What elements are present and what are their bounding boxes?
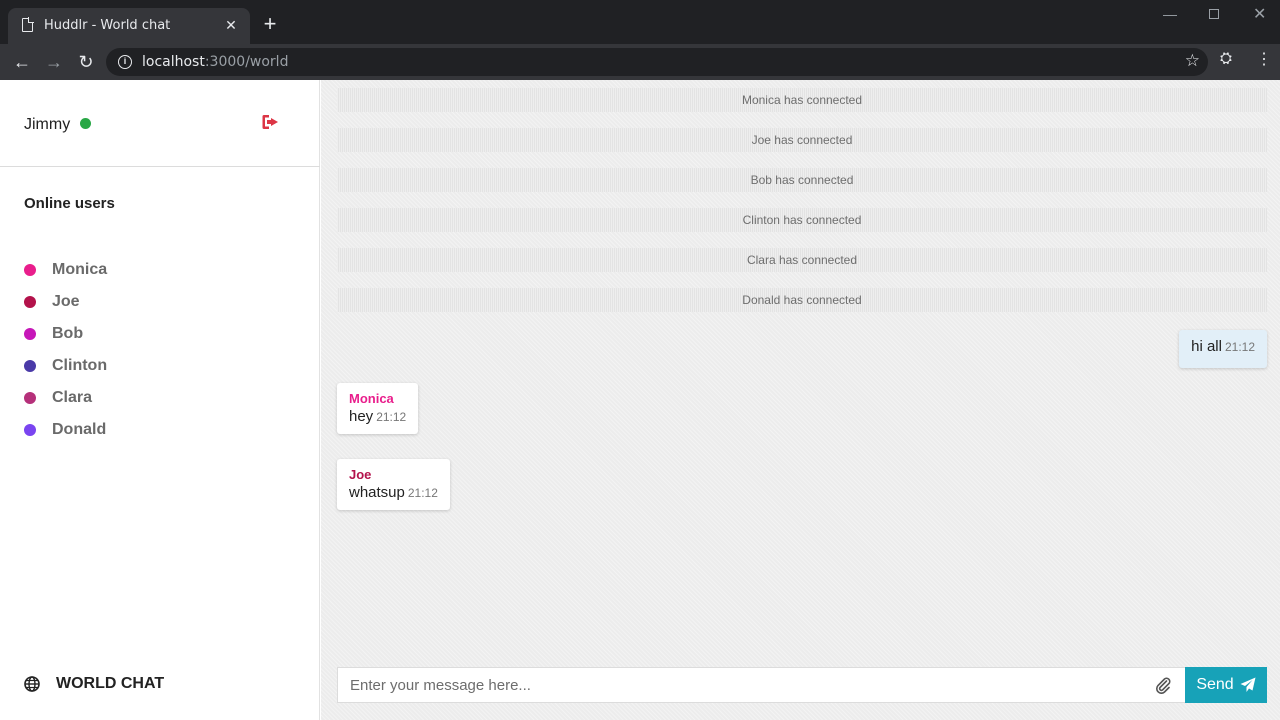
forward-arrow-icon[interactable]: → xyxy=(42,50,66,74)
user-color-dot xyxy=(24,360,36,372)
browser-toolbar: ← → ↻ i localhost:3000/world ☆ ⛭ ⋮ xyxy=(0,44,1280,80)
world-chat-link[interactable]: WORLD CHAT xyxy=(24,675,164,693)
online-user-item[interactable]: Clinton xyxy=(24,350,107,382)
system-message: Clara has connected xyxy=(337,248,1267,272)
message-text: hey xyxy=(349,408,374,425)
user-color-dot xyxy=(24,296,36,308)
user-color-dot xyxy=(24,328,36,340)
chat-area: Monica has connected Joe has connected B… xyxy=(321,80,1280,720)
send-button[interactable]: Send xyxy=(1185,667,1267,703)
paperclip-icon[interactable] xyxy=(1154,676,1172,694)
new-tab-icon[interactable]: + xyxy=(260,13,280,35)
user-color-dot xyxy=(24,424,36,436)
browser-tab[interactable]: Huddlr - World chat ✕ xyxy=(8,8,250,44)
system-message: Joe has connected xyxy=(337,128,1267,152)
online-user-name: Clinton xyxy=(52,357,108,374)
online-user-item[interactable]: Donald xyxy=(24,414,107,446)
user-color-dot xyxy=(24,392,36,404)
message-input[interactable] xyxy=(337,667,1185,703)
online-user-item[interactable]: Clara xyxy=(24,382,107,414)
message-sender: Monica xyxy=(349,391,394,406)
bookmark-star-icon[interactable]: ☆ xyxy=(1185,51,1200,71)
user-color-dot xyxy=(24,264,36,276)
message-text: hi all xyxy=(1191,338,1222,355)
system-message: Clinton has connected xyxy=(337,208,1267,232)
message-composer: Send xyxy=(337,667,1267,703)
online-user-name: Monica xyxy=(52,261,108,278)
minimize-icon[interactable]: — xyxy=(1163,6,1177,22)
back-arrow-icon[interactable]: ← xyxy=(10,50,34,74)
url-host: localhost xyxy=(142,54,205,70)
window-close-icon[interactable]: ✕ xyxy=(1253,4,1266,24)
current-username: Jimmy xyxy=(24,116,71,133)
address-bar[interactable]: i localhost:3000/world ☆ xyxy=(106,48,1208,76)
online-user-item[interactable]: Joe xyxy=(24,286,107,318)
system-message: Donald has connected xyxy=(337,288,1267,312)
own-message-bubble: hi all 21:12 xyxy=(1179,330,1267,368)
system-message: Monica has connected xyxy=(337,88,1267,112)
world-chat-label: WORLD CHAT xyxy=(56,675,165,692)
kebab-menu-icon[interactable]: ⋮ xyxy=(1256,49,1272,69)
online-user-name: Joe xyxy=(52,293,80,310)
sidebar: Jimmy Online users Monica Joe Bob Clinto… xyxy=(0,80,320,720)
online-user-name: Bob xyxy=(52,325,84,342)
online-users-list: Monica Joe Bob Clinton Clara Donald xyxy=(24,254,107,446)
message-bubble: Joe whatsup 21:12 xyxy=(337,459,450,510)
url-text: localhost:3000/world xyxy=(142,54,288,70)
message-text: whatsup xyxy=(349,484,405,501)
message-time: 21:12 xyxy=(1224,340,1255,354)
current-user-panel: Jimmy xyxy=(0,80,320,167)
maximize-icon[interactable] xyxy=(1209,9,1219,19)
send-button-label: Send xyxy=(1196,676,1234,693)
sign-out-icon[interactable] xyxy=(262,114,280,130)
message-sender: Joe xyxy=(349,467,372,482)
online-user-item[interactable]: Bob xyxy=(24,318,107,350)
message-bubble: Monica hey 21:12 xyxy=(337,383,419,434)
online-users-heading: Online users xyxy=(24,195,115,212)
globe-icon xyxy=(24,676,40,692)
info-icon[interactable]: i xyxy=(118,55,132,69)
paper-plane-icon xyxy=(1240,677,1256,692)
message-time: 21:12 xyxy=(376,410,407,424)
extension-icon[interactable]: ⛭ xyxy=(1220,50,1232,67)
message-time: 21:12 xyxy=(407,486,438,500)
reload-icon[interactable]: ↻ xyxy=(74,50,98,74)
url-path: :3000/world xyxy=(204,54,289,70)
browser-titlebar: Huddlr - World chat ✕ + — ✕ xyxy=(0,0,1280,44)
online-status-dot xyxy=(80,118,91,129)
online-user-name: Clara xyxy=(52,389,93,406)
close-tab-icon[interactable]: ✕ xyxy=(222,16,240,34)
document-icon xyxy=(22,17,34,32)
online-user-name: Donald xyxy=(52,421,107,438)
system-message: Bob has connected xyxy=(337,168,1267,192)
tab-title: Huddlr - World chat xyxy=(44,18,171,33)
online-user-item[interactable]: Monica xyxy=(24,254,107,286)
